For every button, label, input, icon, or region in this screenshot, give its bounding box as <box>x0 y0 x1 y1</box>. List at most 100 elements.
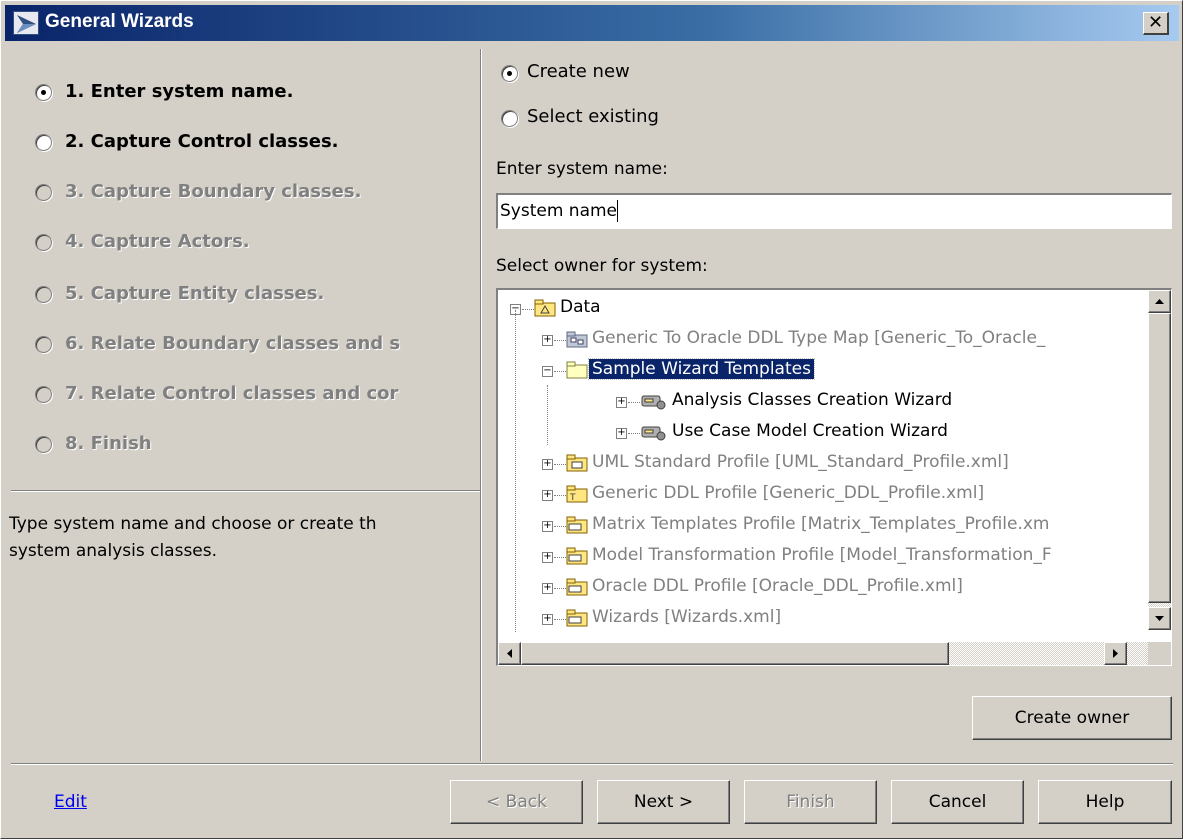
radio-unchecked-icon <box>35 286 52 303</box>
expand-icon[interactable]: + <box>542 614 553 625</box>
tree-connector <box>554 371 566 372</box>
expand-icon[interactable]: + <box>616 428 627 439</box>
tree-connector <box>554 495 566 496</box>
tree-node-label: Generic DDL Profile [Generic_DDL_Profile… <box>592 483 985 503</box>
expand-icon[interactable]: + <box>542 521 553 532</box>
tree-node-label: Generic To Oracle DDL Type Map [Generic_… <box>592 328 1046 348</box>
tree-node-label: Analysis Classes Creation Wizard <box>672 390 953 410</box>
type-map-icon <box>566 330 588 353</box>
create-new-label: Create new <box>527 61 630 82</box>
step-item: 7. Relate Control classes and cor <box>31 381 441 409</box>
wizard-icon <box>640 423 668 446</box>
expand-icon[interactable]: + <box>616 397 627 408</box>
tree-node[interactable]: + Matrix Templates Profile [Matrix_Templa… <box>542 513 1150 541</box>
next-button[interactable]: Next > <box>597 780 730 824</box>
tree-node[interactable]: + Oracle DDL Profile [Oracle_DDL_Profile.… <box>542 575 1150 603</box>
system-name-label: Enter system name: <box>496 159 668 179</box>
cancel-button[interactable]: Cancel <box>891 780 1024 824</box>
owner-tree[interactable]: − Data + Generic To Oracle DDL Type Map [Ge… <box>496 288 1172 666</box>
package-root-icon <box>534 299 556 322</box>
tree-node-label: Sample Wizard Templates <box>588 358 815 380</box>
help-button[interactable]: Help <box>1038 780 1172 824</box>
vertical-scrollbar[interactable] <box>1148 290 1171 630</box>
expand-icon[interactable]: + <box>542 552 553 563</box>
step-label: 7. Relate Control classes and cor <box>65 383 399 404</box>
tree-connector <box>554 526 566 527</box>
tree-node[interactable]: + UML Standard Profile [UML_Standard_Prof… <box>542 451 1150 479</box>
step-label: 4. Capture Actors. <box>65 231 250 252</box>
horizontal-scroll-thumb[interactable] <box>521 642 949 665</box>
close-icon: ✕ <box>1147 12 1164 33</box>
owner-label: Select owner for system: <box>496 256 708 276</box>
tree-connector <box>554 557 566 558</box>
tree-connector <box>554 588 566 589</box>
tree-connector <box>554 340 566 341</box>
system-name-value: System name <box>500 201 618 221</box>
step-item[interactable]: 2. Capture Control classes. <box>31 129 441 157</box>
step-item: 5. Capture Entity classes. <box>31 281 441 309</box>
select-existing-radio[interactable]: Select existing <box>501 106 701 132</box>
tree-node[interactable]: + T Generic DDL Profile [Generic_DDL_Profi… <box>542 482 1150 510</box>
tree-node[interactable]: + Analysis Classes Creation Wizard <box>616 389 1150 417</box>
text-caret <box>617 200 619 222</box>
scroll-down-button[interactable] <box>1148 607 1171 630</box>
arrow-left-icon <box>507 649 512 658</box>
tree-node-label: Model Transformation Profile [Model_Tran… <box>592 545 1052 565</box>
stereotype-profile-icon <box>566 547 588 570</box>
tree-node[interactable]: + Use Case Model Creation Wizard <box>616 420 1150 448</box>
stereotype-profile-icon <box>566 578 588 601</box>
step-item: 6. Relate Boundary classes and s <box>31 331 441 359</box>
system-name-input[interactable]: System name <box>496 193 1172 229</box>
step-label: 1. Enter system name. <box>65 81 294 102</box>
back-button[interactable]: < Back <box>450 780 583 824</box>
tree-node[interactable]: − Sample Wizard Templates <box>542 358 1150 386</box>
scrollbar-corner <box>1148 642 1171 665</box>
tree-node-label: Matrix Templates Profile [Matrix_Templat… <box>592 514 1050 534</box>
tree-node[interactable]: + Model Transformation Profile [Model_Tra… <box>542 544 1150 572</box>
create-owner-button[interactable]: Create owner <box>972 696 1172 740</box>
scroll-up-button[interactable] <box>1148 290 1171 313</box>
tree-node-label: Wizards [Wizards.xml] <box>592 607 782 627</box>
tree-connector <box>547 385 548 445</box>
horizontal-scrollbar[interactable] <box>498 642 1150 665</box>
arrow-up-icon <box>1155 299 1164 304</box>
divider <box>11 763 1173 765</box>
radio-unchecked-icon <box>35 386 52 403</box>
wizard-app-icon <box>13 11 39 35</box>
collapse-icon[interactable]: − <box>542 366 553 377</box>
tree-connector <box>515 310 516 632</box>
scroll-right-button[interactable] <box>1104 642 1127 665</box>
profile-icon <box>566 454 588 477</box>
tree-node[interactable]: + Wizards [Wizards.xml] <box>542 606 1150 634</box>
steps-panel <box>11 49 479 489</box>
vertical-scroll-thumb[interactable] <box>1148 313 1171 603</box>
stereotype-profile-icon <box>566 516 588 539</box>
tree-node[interactable]: + Generic To Oracle DDL Type Map [Generic… <box>542 327 1150 355</box>
tree-connector <box>628 402 640 403</box>
expand-icon[interactable]: + <box>542 490 553 501</box>
step-label: 5. Capture Entity classes. <box>65 283 325 304</box>
ddl-profile-icon: T <box>566 485 588 508</box>
arrow-down-icon <box>1155 616 1164 621</box>
tree-node[interactable]: − Data <box>510 296 1150 324</box>
expand-icon[interactable]: + <box>542 583 553 594</box>
close-button[interactable]: ✕ <box>1143 12 1169 35</box>
step-label: 8. Finish <box>65 433 152 454</box>
step-item[interactable]: 1. Enter system name. <box>31 79 441 107</box>
tree-node-label: Data <box>560 297 601 317</box>
tree-node-label: UML Standard Profile [UML_Standard_Profi… <box>592 452 1009 472</box>
expand-icon[interactable]: + <box>542 335 553 346</box>
edit-link[interactable]: Edit <box>54 792 87 812</box>
tree-node-label: Oracle DDL Profile [Oracle_DDL_Profile.x… <box>592 576 963 596</box>
divider <box>480 49 482 761</box>
expand-icon[interactable]: + <box>542 459 553 470</box>
divider <box>11 490 480 492</box>
title-bar[interactable]: General Wizards ✕ <box>5 5 1179 41</box>
create-new-radio[interactable]: Create new <box>501 61 701 87</box>
tree-node-label: Use Case Model Creation Wizard <box>672 421 948 441</box>
radio-checked-icon <box>35 84 52 101</box>
radio-unchecked-icon <box>35 134 52 151</box>
arrow-right-icon <box>1113 649 1118 658</box>
scroll-left-button[interactable] <box>498 642 521 665</box>
finish-button[interactable]: Finish <box>744 780 877 824</box>
